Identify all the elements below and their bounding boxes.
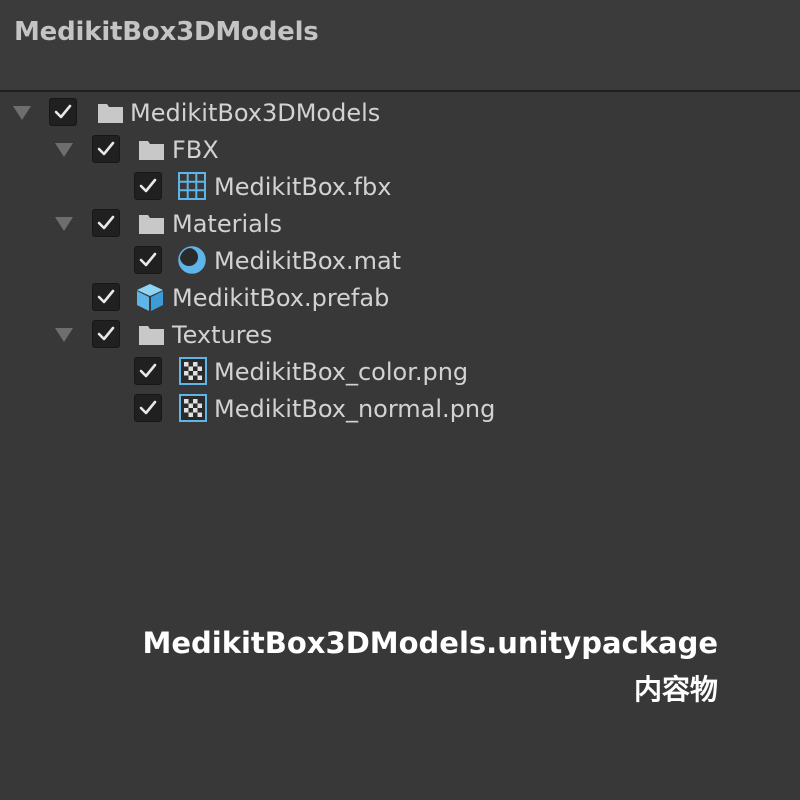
folder-icon	[137, 320, 167, 350]
tree-item-label: MedikitBox_normal.png	[214, 395, 496, 423]
tree-item-fbx-folder[interactable]: FBX	[0, 131, 800, 168]
checkbox[interactable]	[134, 172, 162, 200]
tree-item-root-folder[interactable]: MedikitBox3DModels	[0, 94, 800, 131]
checkbox[interactable]	[134, 394, 162, 422]
tree-item-label: MedikitBox.mat	[214, 247, 402, 275]
window-title: MedikitBox3DModels	[14, 17, 319, 47]
foldout-arrow-icon[interactable]	[55, 328, 73, 342]
folder-icon	[137, 135, 167, 165]
tree-item-label: MedikitBox.prefab	[172, 284, 390, 312]
tree-item-label: MedikitBox_color.png	[214, 358, 469, 386]
tree-item-prefab-file[interactable]: MedikitBox.prefab	[0, 279, 800, 316]
tree-item-textures-folder[interactable]: Textures	[0, 316, 800, 353]
tree-item-label: MedikitBox3DModels	[130, 99, 381, 127]
checkbox[interactable]	[49, 98, 77, 126]
checkbox[interactable]	[92, 283, 120, 311]
foldout-arrow-icon[interactable]	[55, 143, 73, 157]
tree-item-label: Materials	[172, 210, 283, 238]
mesh-grid-icon	[177, 171, 207, 201]
foldout-arrow-icon[interactable]	[13, 106, 31, 120]
checkbox[interactable]	[92, 320, 120, 348]
checkbox[interactable]	[92, 135, 120, 163]
tree-item-texture-color[interactable]: MedikitBox_color.png	[0, 353, 800, 390]
folder-icon	[96, 98, 126, 128]
checkbox[interactable]	[134, 357, 162, 385]
caption-contents: 内容物	[633, 673, 718, 706]
checkbox[interactable]	[134, 246, 162, 274]
material-sphere-icon	[177, 245, 207, 275]
tree-item-texture-normal[interactable]: MedikitBox_normal.png	[0, 390, 800, 427]
tree-item-materials-folder[interactable]: Materials	[0, 205, 800, 242]
tree-item-material-file[interactable]: MedikitBox.mat	[0, 242, 800, 279]
prefab-cube-icon	[135, 282, 165, 312]
tree-item-label: FBX	[172, 136, 219, 164]
tree-item-label: MedikitBox.fbx	[214, 173, 392, 201]
tree-item-fbx-file[interactable]: MedikitBox.fbx	[0, 168, 800, 205]
texture-icon	[179, 394, 209, 424]
tree-item-label: Textures	[172, 321, 273, 349]
window-header: MedikitBox3DModels	[0, 0, 800, 92]
import-package-window: MedikitBox3DModels MedikitBox3DModels FB…	[0, 0, 800, 800]
texture-icon	[179, 357, 209, 387]
folder-icon	[137, 209, 167, 239]
checkbox[interactable]	[92, 209, 120, 237]
caption-package-name: MedikitBox3DModels.unitypackage	[142, 626, 718, 660]
foldout-arrow-icon[interactable]	[55, 217, 73, 231]
